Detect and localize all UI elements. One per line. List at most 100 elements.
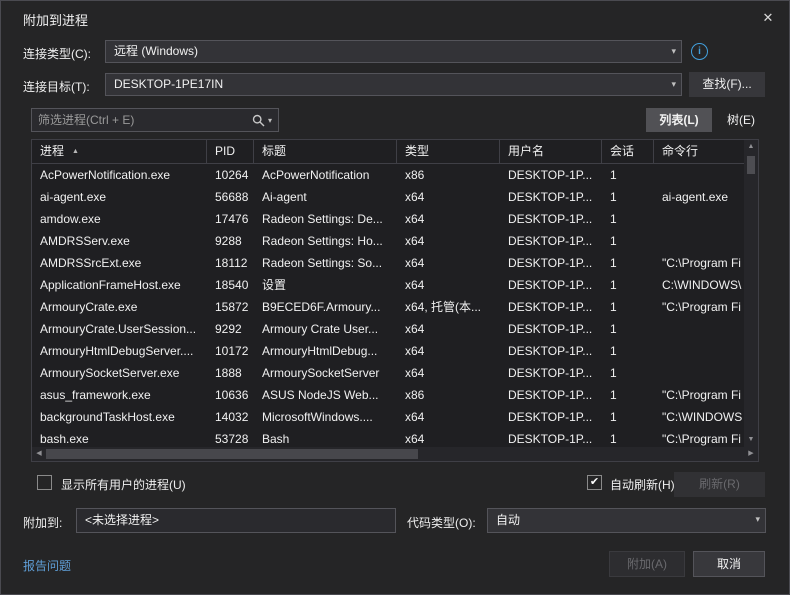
cell-pid: 1888 [207,362,254,384]
connection-target-dropdown[interactable]: DESKTOP-1PE17IN ▾ [105,73,682,96]
find-button[interactable]: 查找(F)... [689,72,765,97]
cell-process: ai-agent.exe [32,186,207,208]
cell-session: 1 [602,252,654,274]
scroll-left-icon[interactable]: ◀ [32,447,46,461]
cell-cmdline: "C:\Program Fi [654,252,744,274]
cell-cmdline [654,230,744,252]
cell-session: 1 [602,186,654,208]
table-row[interactable]: ArmouryCrate.exe15872B9ECED6F.Armoury...… [32,296,744,318]
cell-user: DESKTOP-1P... [500,164,602,186]
table-row[interactable]: AcPowerNotification.exe10264AcPowerNotif… [32,164,744,186]
cell-type: x86 [397,384,500,406]
column-header-type[interactable]: 类型 [397,140,500,163]
table-row[interactable]: asus_framework.exe10636ASUS NodeJS Web..… [32,384,744,406]
attach-to-label: 附加到: [23,514,62,531]
horizontal-scrollbar-thumb[interactable] [46,449,418,459]
table-row[interactable]: ai-agent.exe56688Ai-agentx64DESKTOP-1P..… [32,186,744,208]
list-view-toggle[interactable]: 列表(L) [646,108,712,132]
horizontal-scrollbar[interactable]: ◀ ▶ [32,447,758,461]
cell-type: x64 [397,274,500,296]
cell-user: DESKTOP-1P... [500,318,602,340]
chevron-down-icon: ▾ [268,116,272,125]
connection-type-dropdown[interactable]: 远程 (Windows) ▾ [105,40,682,63]
cell-process: ArmouryHtmlDebugServer.... [32,340,207,362]
cell-cmdline [654,362,744,384]
process-table-body: AcPowerNotification.exe10264AcPowerNotif… [32,164,744,447]
connection-type-label: 连接类型(C): [23,45,91,62]
column-header-user[interactable]: 用户名 [500,140,602,163]
chevron-down-icon: ▾ [671,74,676,95]
cell-process: backgroundTaskHost.exe [32,406,207,428]
cell-session: 1 [602,406,654,428]
table-row[interactable]: backgroundTaskHost.exe14032MicrosoftWind… [32,406,744,428]
cell-user: DESKTOP-1P... [500,274,602,296]
table-row[interactable]: ArmourySocketServer.exe1888ArmourySocket… [32,362,744,384]
attach-to-field[interactable]: <未选择进程> [76,508,396,533]
cell-cmdline: "C:\WINDOWS [654,406,744,428]
cell-process: AcPowerNotification.exe [32,164,207,186]
cancel-button[interactable]: 取消 [693,551,765,577]
cell-user: DESKTOP-1P... [500,186,602,208]
cell-type: x64 [397,318,500,340]
cell-session: 1 [602,274,654,296]
auto-refresh-checkbox[interactable]: ✔ [587,475,602,490]
cell-type: x64 [397,252,500,274]
report-problem-link[interactable]: 报告问题 [23,557,71,574]
filter-processes-input[interactable] [32,113,246,127]
cell-title: ArmouryHtmlDebug... [254,340,397,362]
code-type-label: 代码类型(O): [407,514,476,531]
scroll-right-icon[interactable]: ▶ [744,447,758,461]
cell-pid: 18112 [207,252,254,274]
filter-processes-box: ▾ [31,108,279,132]
table-row[interactable]: AMDRSServ.exe9288Radeon Settings: Ho...x… [32,230,744,252]
cell-type: x64 [397,406,500,428]
cell-user: DESKTOP-1P... [500,296,602,318]
scroll-down-icon[interactable]: ▼ [744,433,758,447]
table-row[interactable]: bash.exe53728Bashx64DESKTOP-1P...1"C:\Pr… [32,428,744,447]
attach-button[interactable]: 附加(A) [609,551,685,577]
cell-pid: 14032 [207,406,254,428]
show-all-users-checkbox[interactable] [37,475,52,490]
column-header-session[interactable]: 会话 [602,140,654,163]
cell-cmdline: "C:\Program Fi [654,428,744,447]
cell-title: ArmourySocketServer [254,362,397,384]
close-icon[interactable]: ✕ [757,7,779,29]
cell-cmdline [654,318,744,340]
cell-pid: 53728 [207,428,254,447]
column-header-title[interactable]: 标题 [254,140,397,163]
cell-session: 1 [602,428,654,447]
column-header-process[interactable]: 进程▲ [32,140,207,163]
search-button[interactable]: ▾ [246,114,278,127]
column-label: 进程 [40,144,64,158]
scroll-up-icon[interactable]: ▲ [744,140,758,154]
table-row[interactable]: ArmouryCrate.UserSession...9292Armoury C… [32,318,744,340]
vertical-scrollbar[interactable]: ▲ ▼ [744,140,758,447]
cell-user: DESKTOP-1P... [500,384,602,406]
cell-pid: 17476 [207,208,254,230]
cell-process: amdow.exe [32,208,207,230]
table-row[interactable]: AMDRSSrcExt.exe18112Radeon Settings: So.… [32,252,744,274]
cell-type: x64 [397,340,500,362]
info-icon[interactable]: i [691,43,708,60]
dialog-title: 附加到进程 [23,10,88,29]
cell-title: MicrosoftWindows.... [254,406,397,428]
code-type-dropdown[interactable]: 自动 ▾ [487,508,766,533]
cell-type: x64, 托管(本... [397,296,500,318]
chevron-down-icon: ▾ [671,41,676,62]
column-header-cmdline[interactable]: 命令行 [654,140,744,163]
table-row[interactable]: ApplicationFrameHost.exe18540设置x64DESKTO… [32,274,744,296]
column-header-pid[interactable]: PID [207,140,254,163]
cell-process: ArmourySocketServer.exe [32,362,207,384]
tree-view-toggle[interactable]: 树(E) [718,108,764,132]
vertical-scrollbar-thumb[interactable] [747,156,755,174]
cell-pid: 18540 [207,274,254,296]
refresh-button[interactable]: 刷新(R) [674,472,765,497]
cell-title: Radeon Settings: So... [254,252,397,274]
table-row[interactable]: amdow.exe17476Radeon Settings: De...x64D… [32,208,744,230]
show-all-users-label: 显示所有用户的进程(U) [61,476,186,493]
table-header: 进程▲ PID 标题 类型 用户名 会话 命令行 [32,140,744,164]
cell-pid: 56688 [207,186,254,208]
cell-title: B9ECED6F.Armoury... [254,296,397,318]
table-row[interactable]: ArmouryHtmlDebugServer....10172ArmouryHt… [32,340,744,362]
cell-session: 1 [602,296,654,318]
